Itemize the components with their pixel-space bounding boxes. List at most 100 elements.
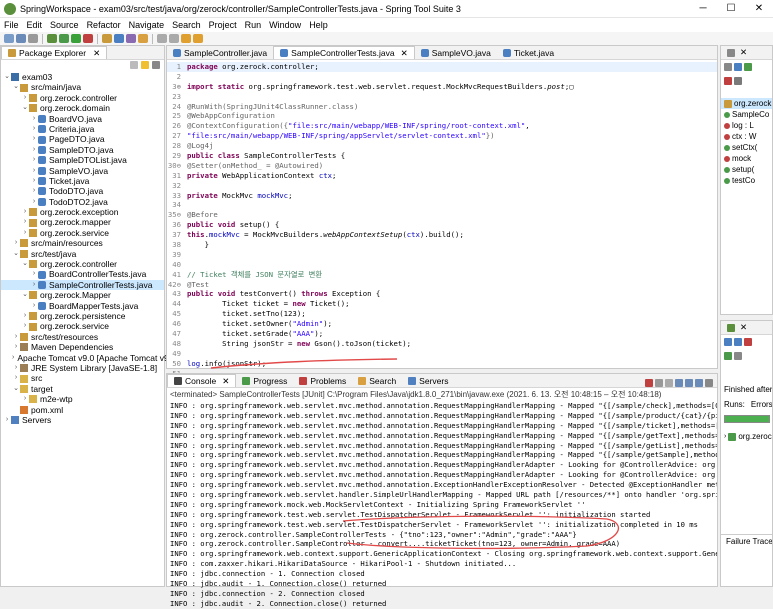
close-icon[interactable]: ✕ (93, 48, 100, 59)
rerun-icon[interactable] (724, 352, 732, 360)
remove-launch-icon[interactable] (655, 379, 663, 387)
outline-item[interactable]: setCtx( (721, 142, 772, 153)
chevron-right-icon[interactable]: › (21, 207, 29, 217)
run-icon[interactable] (71, 34, 81, 43)
display-console-icon[interactable] (705, 379, 713, 387)
pin-console-icon[interactable] (695, 379, 703, 387)
console-output[interactable]: INFO : org.springframework.web.servlet.m… (167, 401, 717, 609)
close-icon[interactable]: ✕ (401, 48, 408, 59)
tree-item[interactable]: › SampleControllerTests.java (1, 279, 164, 291)
tree-item[interactable]: › org.zerock.mapper (1, 217, 164, 227)
chevron-right-icon[interactable]: › (30, 145, 38, 155)
tree-item[interactable]: › SampleVO.java (1, 166, 164, 176)
chevron-right-icon[interactable]: › (30, 269, 38, 279)
chevron-right-icon[interactable]: › (12, 363, 20, 373)
chevron-down-icon[interactable]: ⌄ (12, 249, 20, 259)
outline-item[interactable]: SampleCo (721, 109, 772, 120)
close-icon[interactable]: ✕ (740, 322, 747, 333)
chevron-right-icon[interactable]: › (30, 197, 38, 207)
maximize-button[interactable]: ☐ (717, 0, 745, 18)
chevron-down-icon[interactable]: ⌄ (12, 384, 20, 394)
tab-problems[interactable]: Problems (293, 374, 352, 387)
chevron-down-icon[interactable]: ⌄ (3, 72, 11, 82)
chevron-down-icon[interactable]: ⌄ (12, 82, 20, 92)
close-icon[interactable]: ✕ (222, 376, 229, 387)
tree-item[interactable]: › src/test/resources (1, 332, 164, 342)
outline-item[interactable]: ctx : W (721, 131, 772, 142)
tab-search[interactable]: Search (352, 374, 402, 387)
menu-search[interactable]: Search (168, 20, 205, 30)
menu-help[interactable]: Help (305, 20, 332, 30)
tree-item[interactable]: › JRE System Library [JavaSE-1.8] (1, 363, 164, 373)
spring-icon[interactable] (47, 34, 57, 43)
tree-item[interactable]: › PageDTO.java (1, 134, 164, 144)
tree-item[interactable]: › org.zerock.exception (1, 207, 164, 217)
new-class-icon[interactable] (114, 34, 124, 43)
new-icon[interactable] (4, 34, 14, 43)
chevron-right-icon[interactable]: › (21, 228, 29, 238)
chevron-down-icon[interactable]: ⌄ (21, 259, 29, 269)
tree-item[interactable]: › Ticket.java (1, 176, 164, 186)
menu-file[interactable]: File (0, 20, 23, 30)
terminate-icon[interactable] (645, 379, 653, 387)
link-editor-icon[interactable] (141, 61, 149, 69)
tree-item[interactable]: › org.zerock.persistence (1, 311, 164, 321)
tree-item[interactable]: ⌄ src/main/java (1, 82, 164, 92)
clear-console-icon[interactable] (665, 379, 673, 387)
tab-console[interactable]: Console ✕ (167, 374, 237, 387)
tree-item[interactable]: › src (1, 373, 164, 383)
tree-item[interactable]: › org.zerock.controller (1, 93, 164, 103)
chevron-right-icon[interactable]: › (21, 311, 29, 321)
hide-nonpublic-icon[interactable] (724, 77, 732, 85)
tab-ticket[interactable]: Ticket.java (497, 46, 560, 59)
tab-sample-vo[interactable]: SampleVO.java (415, 46, 497, 59)
tree-item[interactable]: ⌄ org.zerock.controller (1, 259, 164, 269)
chevron-right-icon[interactable]: › (30, 301, 38, 311)
minimize-button[interactable]: ─ (689, 0, 717, 18)
tree-item[interactable]: › SampleDTOList.java (1, 155, 164, 165)
tree-item[interactable]: ⌄ org.zerock.domain (1, 103, 164, 113)
outline-item[interactable]: log : L (721, 120, 772, 131)
show-failures-only-icon[interactable] (744, 338, 752, 346)
tree-item[interactable]: › Servers (1, 415, 164, 425)
view-menu-icon[interactable] (152, 61, 160, 69)
hide-local-types-icon[interactable] (734, 77, 742, 85)
tab-sample-controller[interactable]: SampleController.java (167, 46, 273, 59)
code-editor[interactable]: 1 package org.zerock.controller; 2 3⊕ impo… (167, 60, 717, 398)
close-icon[interactable]: ✕ (740, 47, 747, 58)
chevron-right-icon[interactable]: › (21, 217, 29, 227)
debug-icon[interactable] (59, 34, 69, 43)
hide-fields-icon[interactable] (734, 63, 742, 71)
chevron-right-icon[interactable]: › (12, 342, 20, 352)
next-annotation-icon[interactable] (157, 34, 167, 43)
collapse-all-icon[interactable] (130, 61, 138, 69)
scroll-lock-icon[interactable] (675, 379, 683, 387)
save-icon[interactable] (16, 34, 26, 43)
tab-progress[interactable]: Progress (236, 374, 293, 387)
tree-item[interactable]: › Criteria.java (1, 124, 164, 134)
junit-tree-item[interactable]: › org.zeroc (721, 431, 772, 442)
tab-junit[interactable]: ✕ (721, 321, 753, 334)
tree-item[interactable]: › SampleDTO.java (1, 145, 164, 155)
chevron-right-icon[interactable]: › (30, 176, 38, 186)
search-icon[interactable] (138, 34, 148, 43)
tree-item[interactable]: › TodoDTO2.java (1, 197, 164, 207)
chevron-right-icon[interactable]: › (21, 321, 29, 331)
chevron-right-icon[interactable]: › (12, 373, 20, 383)
menu-run[interactable]: Run (241, 20, 266, 30)
chevron-down-icon[interactable]: ⌄ (21, 103, 29, 113)
chevron-down-icon[interactable]: ⌄ (21, 290, 29, 300)
history-icon[interactable] (734, 352, 742, 360)
tree-item[interactable]: › org.zerock.service (1, 228, 164, 238)
chevron-right-icon[interactable]: › (30, 124, 38, 134)
print-icon[interactable] (28, 34, 38, 43)
chevron-right-icon[interactable]: › (30, 134, 38, 144)
tree-item[interactable]: pom.xml (1, 405, 164, 415)
open-type-icon[interactable] (126, 34, 136, 43)
chevron-right-icon[interactable]: › (30, 186, 38, 196)
tree-item[interactable]: ⌄ org.zerock.Mapper (1, 290, 164, 300)
tree-item[interactable]: › Apache Tomcat v9.0 [Apache Tomcat v9 (1, 353, 169, 363)
tree-item[interactable]: › TodoDTO.java (1, 186, 164, 196)
chevron-right-icon[interactable]: › (12, 238, 20, 248)
tree-item[interactable]: › src/main/resources (1, 238, 164, 248)
